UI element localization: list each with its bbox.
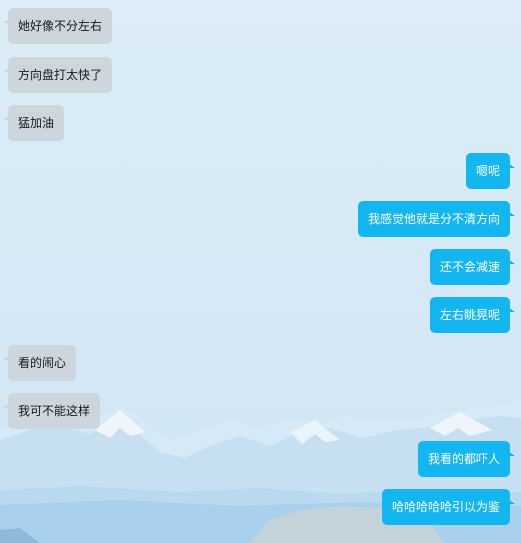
chat-bubble-incoming: 看的闹心	[2, 345, 77, 381]
chat-bubble-outgoing: 嗯呢	[465, 153, 516, 189]
chat-bubble-incoming: 方向盘打太快了	[2, 57, 113, 93]
chat-message-list: 她好像不分左右 方向盘打太快了 猛加油 嗯呢 我感觉他就是分不清方向 还不会减速…	[0, 0, 521, 543]
chat-bubble-incoming: 她好像不分左右	[2, 8, 113, 44]
chat-bubble-outgoing: 还不会减速	[429, 249, 516, 285]
chat-bubble-outgoing: 我看的都吓人	[417, 441, 516, 477]
chat-bubble-outgoing: 哈哈哈哈哈引以为鉴	[381, 489, 516, 525]
chat-bubble-incoming: 我可不能这样	[2, 393, 101, 429]
chat-bubble-outgoing: 我感觉他就是分不清方向	[357, 201, 516, 237]
chat-bubble-incoming: 猛加油	[2, 105, 65, 141]
chat-bubble-outgoing: 左右眺晃呢	[429, 297, 516, 333]
